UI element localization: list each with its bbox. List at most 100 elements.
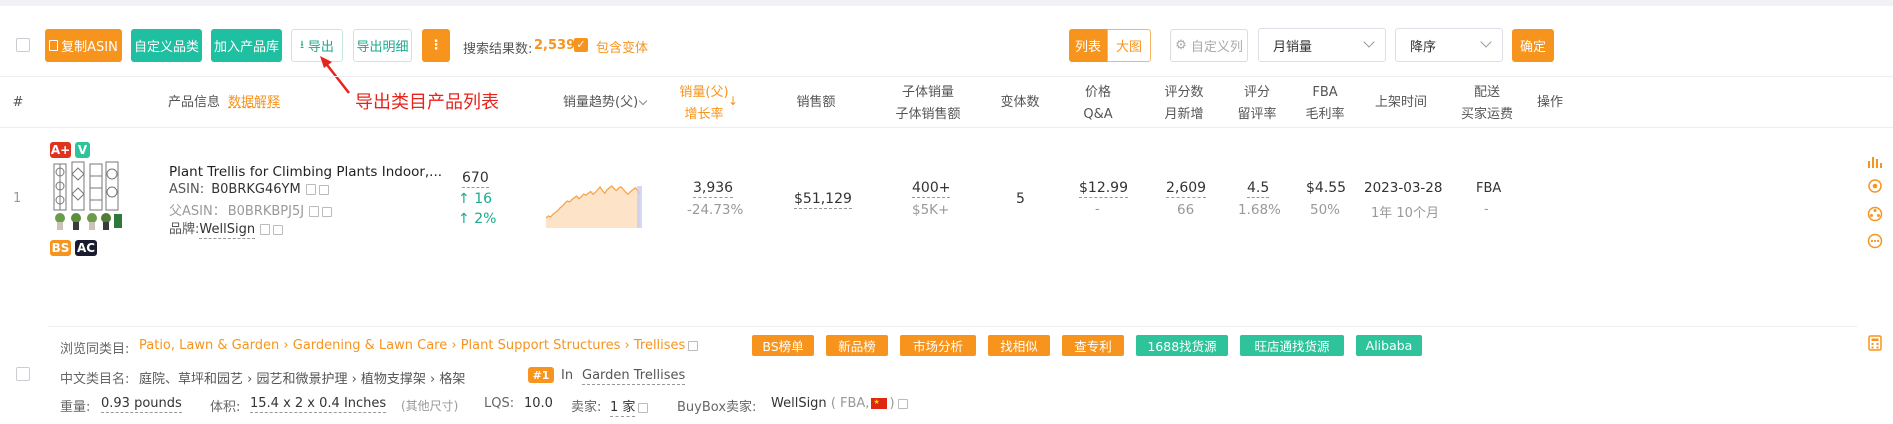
buybox-seller-name[interactable]: WellSign: [771, 396, 827, 411]
copy-asin-label: 复制ASIN: [61, 40, 118, 55]
sort-desc-icon: ↓: [728, 94, 739, 108]
chevron-right-icon: ›: [451, 338, 457, 353]
crumb-1[interactable]: Patio, Lawn & Garden: [139, 338, 279, 353]
custom-columns-label: 自定义列: [1190, 40, 1243, 55]
listing-date-value: 2023-03-28: [1364, 180, 1443, 196]
more-icon[interactable]: [1867, 233, 1883, 249]
weight-value[interactable]: 0.93 pounds: [101, 396, 182, 413]
col-margin[interactable]: 毛利率: [1303, 102, 1347, 127]
browse-label: 浏览同类目:: [60, 342, 130, 357]
row-checkbox[interactable]: [16, 367, 30, 381]
price-value[interactable]: $12.99: [1079, 180, 1128, 198]
bar-chart-icon[interactable]: [1867, 153, 1883, 169]
tag-find-similar[interactable]: 找相似: [988, 335, 1050, 356]
copy-icon[interactable]: [305, 184, 316, 195]
view-list-button[interactable]: 列表: [1069, 29, 1107, 62]
tag-new-list[interactable]: 新品榜: [826, 335, 888, 356]
external-link-icon[interactable]: [638, 402, 649, 413]
listing-age-value: 1年 10个月: [1371, 206, 1439, 221]
lqs-value: 10.0: [524, 396, 553, 411]
rank-category[interactable]: Garden Trellises: [582, 368, 686, 385]
tag-bs-list[interactable]: BS榜单: [752, 335, 814, 356]
custom-columns-button[interactable]: ⚙ 自定义列: [1170, 29, 1248, 62]
export-detail-label: 导出明细: [356, 40, 409, 55]
rank-in: In: [561, 368, 574, 383]
size-other-link[interactable]: (其他尺寸): [401, 397, 458, 414]
copy-icon: [49, 40, 59, 51]
external-link-icon[interactable]: [322, 206, 333, 217]
col-sales-trend[interactable]: 销量趋势(父): [563, 90, 638, 115]
more-icon: ⋮: [429, 38, 443, 53]
confirm-button[interactable]: 确定: [1512, 29, 1554, 62]
monthly-new-value: 66: [1177, 202, 1195, 218]
rank-value[interactable]: 670: [462, 170, 489, 188]
variant-count-value: 5: [1016, 191, 1025, 207]
child-sales-value[interactable]: 400+: [912, 180, 951, 198]
parent-asin-value[interactable]: B0BRKBPJ5J: [228, 204, 304, 219]
sales-value[interactable]: 3,936: [693, 180, 734, 198]
crumb-3[interactable]: Plant Support Structures: [461, 338, 621, 353]
export-detail-button[interactable]: 导出明细: [353, 29, 412, 62]
col-actions: 操作: [1536, 95, 1563, 110]
chevron-down-icon: [638, 96, 648, 106]
col-qa[interactable]: Q&A: [1080, 102, 1116, 127]
chevron-down-icon: [1480, 36, 1492, 48]
tag-1688[interactable]: 1688找货源: [1136, 335, 1228, 356]
rank-change-value: 16: [474, 191, 493, 207]
col-review-rate[interactable]: 留评率: [1235, 102, 1279, 127]
size-value[interactable]: 15.4 x 2 x 0.4 Inches: [250, 396, 387, 413]
tag-patent[interactable]: 查专利: [1062, 335, 1124, 356]
sort-field-select[interactable]: 月销量: [1258, 28, 1386, 62]
rating-count-value[interactable]: 2,609: [1166, 180, 1207, 198]
col-buyer-shipping[interactable]: 买家运费: [1460, 102, 1514, 127]
col-revenue[interactable]: 销售额: [795, 90, 837, 115]
external-link-icon[interactable]: [897, 398, 908, 409]
custom-category-label: 自定义品类: [133, 40, 199, 55]
sales-trend-chart[interactable]: [545, 168, 645, 230]
col-monthly-new[interactable]: 月新增: [1163, 102, 1205, 127]
product-thumbnail[interactable]: [48, 160, 124, 234]
add-to-library-button[interactable]: 加入产品库: [211, 29, 282, 62]
col-child-revenue[interactable]: 子体销售额: [895, 102, 961, 127]
data-explain-link[interactable]: 数据解释: [228, 90, 280, 115]
result-count: 2,539: [534, 38, 576, 53]
external-link-icon[interactable]: [318, 184, 329, 195]
crumb-2[interactable]: Gardening & Lawn Care: [293, 338, 447, 353]
external-link-icon[interactable]: [688, 340, 699, 351]
copy-asin-button[interactable]: 复制ASIN: [45, 29, 122, 62]
export-label: 导出: [307, 40, 334, 55]
lqs-label: LQS:: [484, 396, 515, 411]
custom-category-button[interactable]: 自定义品类: [131, 29, 202, 62]
col-listing-date[interactable]: 上架时间: [1375, 90, 1427, 115]
col-growth-rate[interactable]: 增长率: [672, 102, 736, 127]
location-icon[interactable]: [1867, 178, 1883, 194]
tag-wangdian[interactable]: 旺店通找货源: [1240, 335, 1344, 356]
crumb-4[interactable]: Trellises: [634, 338, 685, 353]
sort-order-select[interactable]: 降序: [1395, 28, 1503, 62]
buyer-shipping-value: -: [1484, 202, 1489, 217]
aplus-badge: A+: [50, 142, 71, 158]
weight-label: 重量:: [60, 400, 91, 415]
copy-icon[interactable]: [309, 206, 320, 217]
col-variant-count[interactable]: 变体数: [998, 90, 1042, 115]
select-all-checkbox[interactable]: [16, 38, 30, 52]
network-icon[interactable]: [1867, 206, 1883, 222]
calculator-icon[interactable]: [1867, 335, 1883, 351]
view-grid-button[interactable]: 大图: [1107, 29, 1151, 62]
confirm-label: 确定: [1519, 40, 1546, 55]
revenue-value[interactable]: $51,129: [794, 191, 852, 209]
product-title[interactable]: Plant Trellis for Climbing Plants Indoor…: [169, 164, 442, 180]
include-variants-checkbox[interactable]: ✓: [574, 38, 588, 52]
rating-value[interactable]: 4.5: [1247, 180, 1270, 198]
external-link-icon[interactable]: [273, 224, 284, 235]
seller-count[interactable]: 1 家: [610, 400, 636, 417]
tag-market-analysis[interactable]: 市场分析: [900, 335, 976, 356]
chevron-right-icon: ›: [283, 338, 289, 353]
tag-alibaba[interactable]: Alibaba: [1356, 335, 1422, 356]
copy-icon[interactable]: [260, 224, 271, 235]
asin-value[interactable]: B0BRKG46YM: [211, 182, 300, 197]
brand-value[interactable]: WellSign: [199, 222, 256, 239]
growth-value: -24.73%: [687, 202, 744, 218]
brand-label: 品牌:: [169, 222, 200, 237]
more-actions-button[interactable]: ⋮: [422, 29, 450, 62]
